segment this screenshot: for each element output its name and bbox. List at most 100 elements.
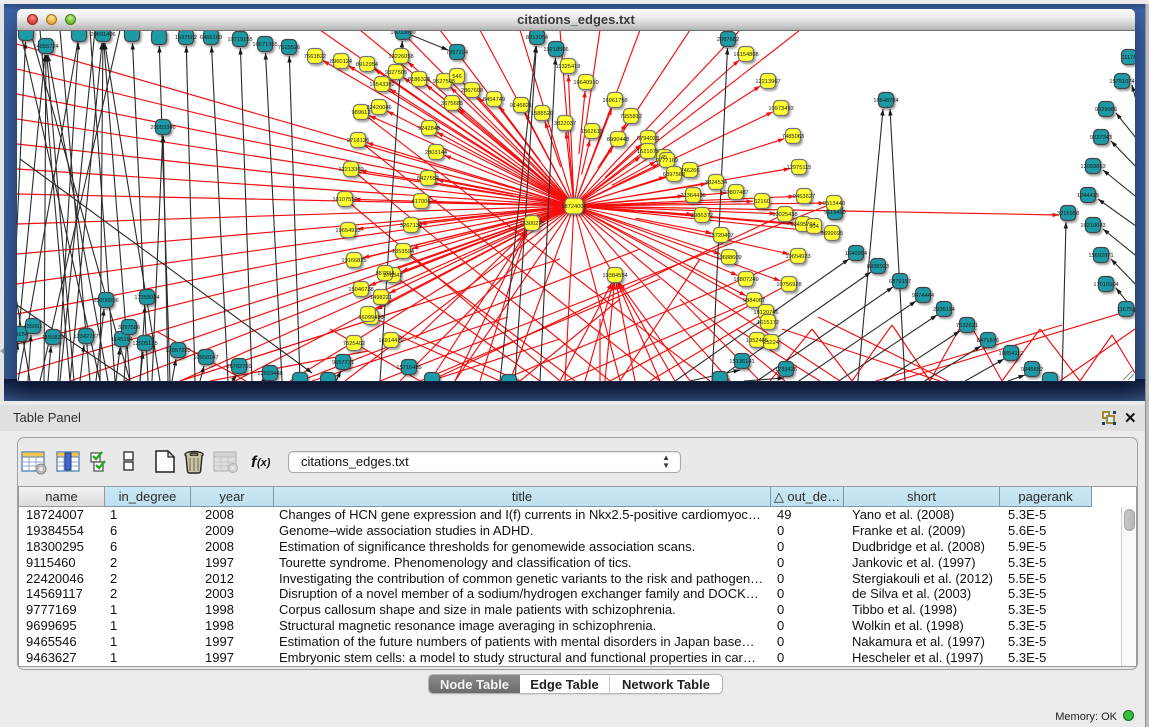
svg-text:16154808: 16154808 — [733, 52, 758, 58]
svg-text:62160: 62160 — [754, 199, 770, 205]
svg-text:15751074: 15751074 — [1109, 79, 1134, 85]
svg-text:904: 904 — [809, 224, 819, 230]
svg-text:20691406: 20691406 — [90, 32, 115, 38]
svg-text:1640954: 1640954 — [845, 251, 867, 257]
svg-text:1498221: 1498221 — [370, 295, 392, 301]
svg-text:546: 546 — [452, 74, 462, 80]
svg-text:9657771: 9657771 — [332, 360, 354, 366]
svg-text:17957253: 17957253 — [165, 348, 190, 354]
svg-text:9699695: 9699695 — [821, 231, 843, 237]
svg-text:8960124: 8960124 — [330, 59, 352, 65]
svg-text:16107552: 16107552 — [332, 197, 357, 203]
svg-text:16640910: 16640910 — [573, 80, 598, 86]
svg-text:116753: 116753 — [1117, 307, 1135, 313]
svg-text:18120746: 18120746 — [753, 310, 778, 316]
svg-text:22420046: 22420046 — [366, 105, 391, 111]
svg-text:1562615: 1562615 — [581, 129, 603, 135]
svg-text:39154: 39154 — [17, 332, 28, 338]
svg-text:10654112: 10654112 — [999, 351, 1024, 357]
svg-text:10973493: 10973493 — [768, 106, 793, 112]
svg-text:10807487: 10807487 — [723, 190, 748, 196]
svg-text:15136141: 15136141 — [729, 359, 754, 365]
svg-text:2935114: 2935114 — [933, 307, 955, 313]
svg-text:7357224: 7357224 — [446, 50, 468, 56]
svg-text:9115460: 9115460 — [824, 210, 846, 216]
svg-text:12505135: 12505135 — [132, 341, 157, 347]
svg-text:12093853: 12093853 — [1080, 164, 1105, 170]
svg-text:3822037: 3822037 — [554, 121, 576, 127]
svg-text:6466160: 6466160 — [200, 35, 222, 41]
svg-text:1244415: 1244415 — [1077, 193, 1099, 199]
svg-text:7625402: 7625402 — [343, 341, 365, 347]
svg-text:16099489: 16099489 — [358, 315, 383, 321]
svg-text:11178: 11178 — [1122, 55, 1135, 61]
svg-text:1145194: 1145194 — [111, 337, 133, 343]
svg-text:16782759: 16782759 — [226, 364, 251, 370]
svg-text:17359924: 17359924 — [134, 295, 159, 301]
svg-text:19654923: 19654923 — [785, 254, 810, 260]
svg-text:16671355: 16671355 — [252, 42, 277, 48]
svg-text:6794028: 6794028 — [637, 136, 659, 142]
svg-text:8186323: 8186323 — [408, 77, 430, 83]
svg-text:7632621: 7632621 — [956, 323, 978, 329]
svg-text:19384554: 19384554 — [602, 273, 627, 279]
svg-text:7485063: 7485063 — [782, 134, 804, 140]
svg-text:1527602: 1527602 — [175, 35, 197, 41]
svg-text:25224: 25224 — [763, 340, 779, 346]
svg-text:12342737: 12342737 — [73, 334, 98, 340]
svg-text:(x): (x) — [257, 457, 271, 469]
svg-text:16543382: 16543382 — [369, 82, 394, 88]
svg-text:7515526: 7515526 — [278, 45, 300, 51]
svg-text:16210643: 16210643 — [1080, 223, 1105, 229]
svg-text:8471676: 8471676 — [977, 338, 999, 344]
svg-text:9227343: 9227343 — [1090, 135, 1112, 141]
svg-text:1733426: 1733426 — [775, 367, 797, 373]
svg-text:8454749: 8454749 — [483, 97, 505, 103]
svg-text:17016504: 17016504 — [1093, 282, 1118, 288]
svg-text:18807249: 18807249 — [733, 277, 758, 283]
svg-text:2867608: 2867608 — [461, 88, 483, 94]
svg-text:9245652: 9245652 — [1021, 367, 1043, 373]
svg-text:3267130: 3267130 — [400, 223, 422, 229]
svg-text:7955812: 7955812 — [620, 114, 642, 120]
svg-text:16914479: 16914479 — [378, 338, 403, 344]
svg-text:10756928: 10756928 — [776, 282, 801, 288]
svg-text:12213967: 12213967 — [755, 79, 780, 85]
svg-text:9884067: 9884067 — [743, 298, 765, 304]
svg-text:1156829: 1156829 — [42, 335, 64, 341]
svg-text:21364436: 21364436 — [680, 193, 705, 199]
svg-text:1353594: 1353594 — [392, 249, 414, 255]
svg-text:12213369: 12213369 — [338, 167, 363, 173]
svg-text:10688609: 10688609 — [716, 255, 741, 261]
svg-text:19166825: 19166825 — [341, 258, 366, 264]
svg-text:9327505: 9327505 — [385, 70, 407, 76]
svg-text:2803144: 2803144 — [425, 150, 447, 156]
svg-text:3215958: 3215958 — [1057, 211, 1079, 217]
svg-text:20206556: 20206556 — [93, 298, 118, 304]
svg-text:1588520: 1588520 — [531, 111, 553, 117]
svg-text:6879197: 6879197 — [889, 279, 911, 285]
svg-text:1615172: 1615172 — [757, 320, 779, 326]
svg-text:8912954: 8912954 — [356, 62, 378, 68]
svg-text:417006: 417006 — [412, 199, 431, 205]
svg-text:12975115: 12975115 — [787, 165, 812, 171]
svg-text:19218506: 19218506 — [543, 47, 568, 53]
svg-text:9513440: 9513440 — [823, 201, 845, 207]
svg-text:12923448: 12923448 — [257, 371, 282, 377]
svg-text:9463627: 9463627 — [793, 194, 815, 200]
svg-text:6897568: 6897568 — [663, 172, 685, 178]
svg-text:16046738: 16046738 — [348, 287, 373, 293]
svg-text:10719155: 10719155 — [227, 37, 252, 43]
svg-text:9242848: 9242848 — [418, 126, 440, 132]
svg-text:9329966: 9329966 — [1095, 107, 1117, 113]
svg-text:19654913: 19654913 — [335, 228, 360, 234]
svg-text:13226058: 13226058 — [388, 54, 413, 60]
svg-text:15692971: 15692971 — [1088, 253, 1113, 259]
svg-text:9146821: 9146821 — [510, 103, 532, 109]
svg-text:14055724: 14055724 — [33, 44, 58, 50]
svg-text:16961758: 16961758 — [602, 98, 627, 104]
svg-text:7663822: 7663822 — [304, 54, 326, 60]
svg-text:15716485: 15716485 — [396, 365, 421, 371]
svg-text:16648784: 16648784 — [873, 98, 898, 104]
svg-text:16033809: 16033809 — [390, 31, 415, 36]
